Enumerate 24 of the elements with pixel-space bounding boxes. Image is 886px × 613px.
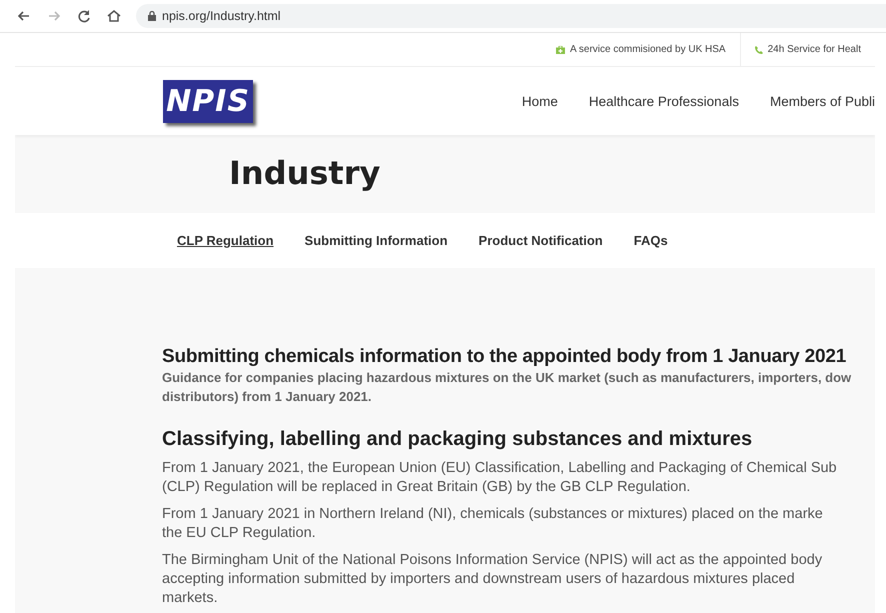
top-bar-text: A service commisioned by UK HSA [570, 44, 726, 55]
phone-icon [754, 46, 763, 54]
section-heading: Classifying, labelling and packaging substances and mixtures [162, 428, 754, 451]
nav-link[interactable]: Healthcare Professionals [588, 94, 739, 108]
subnav-link[interactable]: Submitting Information [304, 233, 448, 248]
url-text: npis.org/Industry.html [162, 9, 281, 23]
paragraph: The Birmingham Unit of the National Poisons Information Service (NPIS) will act as the appointed body accepting information submitted by importers and downstream users of hazardous mixtures placed markets. [162, 551, 824, 608]
paragraph: From 1 January 2021 in Northern Ireland (NI), chemicals (substances or mixtures) placed on the marke the EU CLP Regulation. [162, 505, 824, 543]
subheading: Guidance for companies placing hazardous mixtures on the UK market (such as manufacturers, importers, dow distributors) from 1 January 2021. [162, 369, 852, 406]
lock-icon [148, 11, 156, 21]
home-icon[interactable] [106, 8, 122, 24]
paragraph: From 1 January 2021, the European Union (EU) Classification, Labelling and Packaging of Chemical Sub (CLP) Regulation will be replaced in Great Britain (GB) by the GB CLP Regulation. [162, 459, 838, 497]
address-bar[interactable]: npis.org/Industry.html [136, 4, 886, 28]
page-title: Industry [229, 154, 380, 192]
subnav-link[interactable]: Product Notification [478, 233, 603, 248]
nav-link[interactable]: Members of Publi [770, 94, 875, 108]
medical-kit-icon [556, 46, 565, 54]
subnav-link[interactable]: FAQs [634, 233, 668, 248]
logo[interactable]: NPIS [163, 80, 253, 122]
nav-link[interactable]: Home [522, 94, 558, 108]
reload-icon[interactable] [76, 8, 92, 24]
heading: Submitting chemicals information to the appointed body from 1 January 2021 [162, 346, 848, 368]
subnav-link[interactable]: CLP Regulation [177, 233, 274, 248]
top-bar-text: 24h Service for Healt [768, 44, 861, 55]
